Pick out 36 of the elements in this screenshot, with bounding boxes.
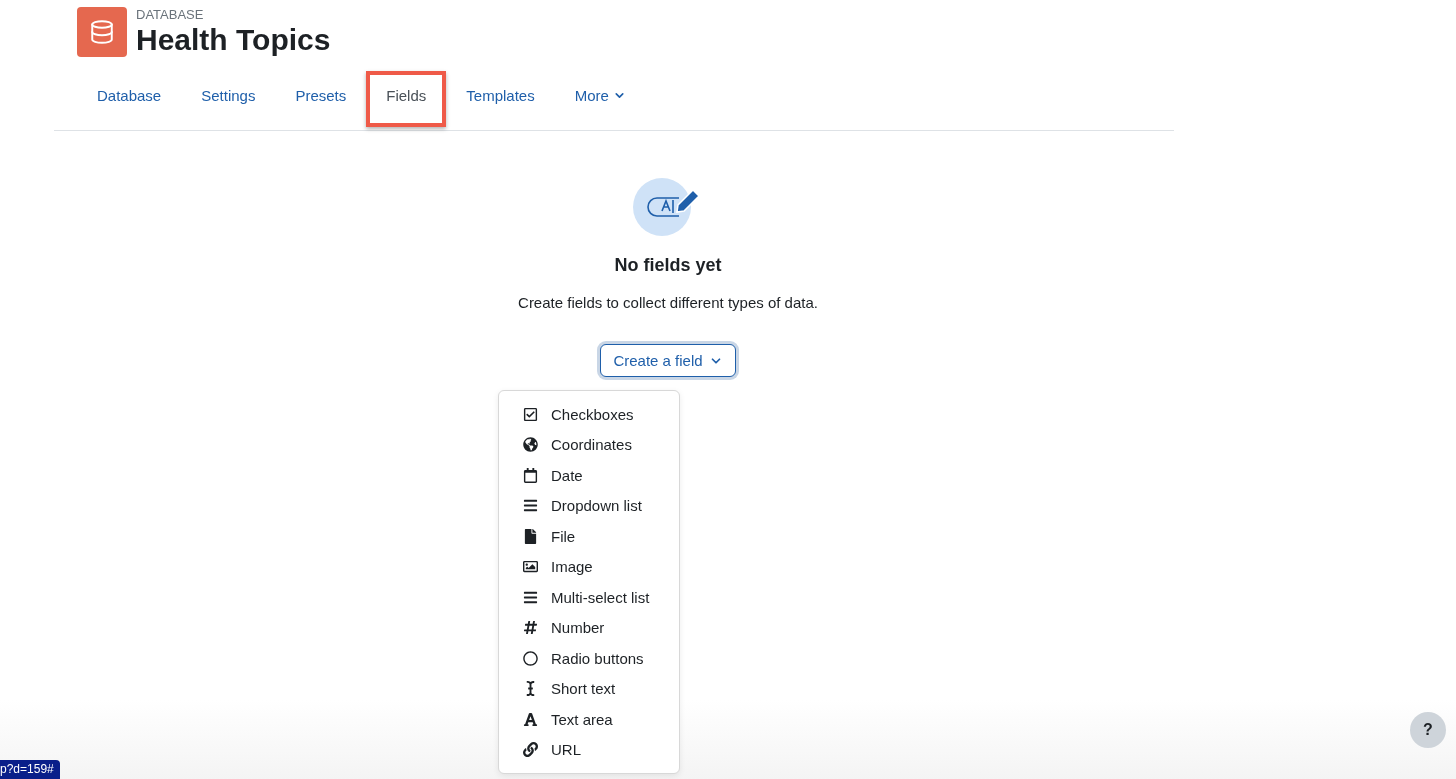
list-icon [523,589,538,605]
nav-tab[interactable]: Database [77,71,182,119]
empty-state-text: Create fields to collect different types of data. [518,294,818,311]
page-title: Health Topics [136,23,331,57]
nav-tab[interactable]: Templates [446,71,555,119]
menu-item[interactable]: Text area [499,704,679,735]
globe-icon [523,437,538,453]
nav-tab[interactable]: More [554,71,646,119]
help-button[interactable]: ? [1410,712,1446,748]
menu-item[interactable]: Multi-select list [499,582,679,613]
status-url: p?d=159# [0,760,60,779]
list-icon [523,498,538,514]
link-icon [523,742,538,758]
file-icon [523,528,538,544]
menu-item[interactable]: Number [499,612,679,643]
menu-item[interactable]: Date [499,460,679,491]
page-eyebrow: DATABASE [136,7,205,23]
menu-item[interactable]: Coordinates [499,429,679,460]
calendar-icon [523,467,538,483]
nav-tab[interactable]: Fields [366,71,447,127]
menu-item[interactable]: URL [499,734,679,765]
menu-item[interactable]: Radio buttons [499,643,679,674]
menu-item[interactable]: Dropdown list [499,490,679,521]
empty-state-heading: No fields yet [614,255,722,276]
menu-item[interactable]: Checkboxes [499,399,679,430]
menu-item[interactable]: Short text [499,673,679,704]
letter-icon [523,711,538,727]
menu-item[interactable]: Image [499,551,679,582]
database-logo [77,7,127,57]
nav-tab[interactable]: Presets [275,71,367,119]
menu-item[interactable]: File [499,521,679,552]
hash-icon [523,620,538,636]
image-icon [523,559,538,575]
create-field-button[interactable]: Create a field [600,344,736,377]
checkbox-icon [523,406,538,422]
nav-tab[interactable]: Settings [181,71,276,119]
